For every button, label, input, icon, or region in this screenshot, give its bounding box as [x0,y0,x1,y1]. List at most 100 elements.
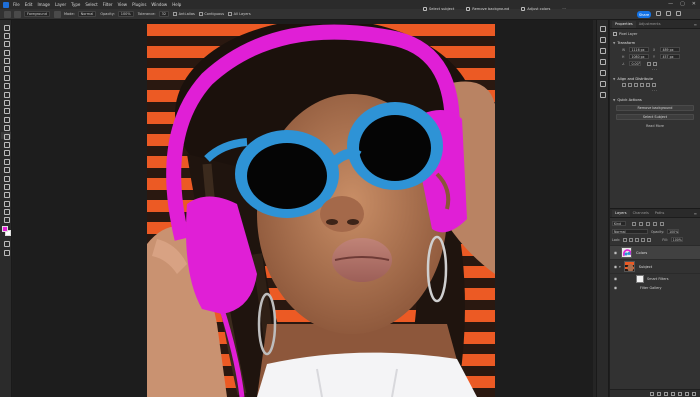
frame-tool-icon[interactable] [3,74,10,81]
lock-artboard-icon[interactable] [641,237,646,242]
workspace-icon[interactable] [666,11,671,16]
adjust-colors-button[interactable]: Adjust colors [518,5,553,12]
filter-pixel-icon[interactable] [632,221,636,226]
layer-opacity-field[interactable]: 100% [667,229,680,234]
remove-background-button[interactable]: Remove background [463,5,512,12]
eraser-tool-icon[interactable] [3,125,10,132]
color-swatches[interactable] [1,226,11,237]
more-transform-dots[interactable]: ··· [610,67,700,72]
all-layers-checkbox[interactable]: All Layers [228,12,251,16]
zoom-tool-icon[interactable] [3,200,10,207]
patterns-icon[interactable] [599,81,606,87]
select-subject-action-button[interactable]: Select Subject [616,114,694,120]
filter-type-icon[interactable] [646,221,650,226]
filter-kind-select[interactable]: Kind [612,221,626,226]
artboard-tool-icon[interactable] [3,32,10,39]
tolerance-field[interactable]: 32 [158,11,170,17]
read-more-link[interactable]: Read More [610,124,700,128]
eye-icon[interactable]: ◉ [613,264,618,269]
minimize-icon[interactable]: — [668,1,673,7]
y-field[interactable]: 457 px [660,54,680,59]
eyedropper-tool-icon[interactable] [3,83,10,90]
align-middle-icon[interactable] [646,83,650,87]
lock-position-icon[interactable] [635,237,640,242]
document-canvas[interactable] [13,20,596,397]
swatches-icon[interactable] [599,59,606,65]
hand-tool-icon[interactable] [3,192,10,199]
quick-actions-header[interactable]: ▼ Quick Actions [613,98,697,102]
opacity-field[interactable]: 100% [117,11,134,17]
menu-window[interactable]: Window [151,2,167,7]
align-section-header[interactable]: ▼ Align and Distribute [613,77,697,81]
new-layer-icon[interactable] [685,391,689,396]
color-icon[interactable] [599,48,606,54]
more-options-button[interactable]: ··· [559,5,568,12]
brush-tool-icon[interactable] [3,100,10,107]
filter-smart-object-icon[interactable] [660,221,664,226]
align-bottom-icon[interactable] [652,83,656,87]
layer-style-icon[interactable] [657,391,661,396]
flip-vertical-icon[interactable] [653,61,657,66]
maximize-icon[interactable]: ▢ [680,1,685,7]
more-tools-icon[interactable] [3,209,10,216]
smart-filters-row[interactable]: ◉ Smart Filters [610,274,700,283]
group-icon[interactable] [678,391,682,396]
fill-source-select[interactable]: Foreground [24,11,50,17]
remove-background-action-button[interactable]: Remove background [616,105,694,111]
search-icon[interactable] [656,11,661,16]
menu-type[interactable]: Type [71,2,80,7]
link-layers-icon[interactable] [650,391,654,396]
filter-shape-icon[interactable] [653,221,657,226]
edit-toolbar-icon[interactable] [3,217,10,224]
select-subject-button[interactable]: Select subject [420,5,457,12]
width-field[interactable]: 1116 px [629,47,649,52]
lock-all-icon[interactable] [647,237,652,242]
edited-photo[interactable] [147,24,495,397]
expand-chevron-icon[interactable]: ▾ [619,265,621,269]
lock-image-icon[interactable] [629,237,634,242]
angle-field[interactable]: 0.00° [629,61,641,66]
pattern-picker-icon[interactable] [53,10,61,18]
foreground-color-swatch[interactable] [1,226,8,233]
move-tool-icon[interactable] [3,24,10,31]
menu-filter[interactable]: Filter [103,2,113,7]
quick-mask-icon[interactable] [3,241,10,248]
path-selection-tool-icon[interactable] [3,175,10,182]
menu-select[interactable]: Select [85,2,97,7]
align-center-icon[interactable] [628,83,632,87]
libraries-icon[interactable] [599,37,606,43]
close-icon[interactable]: ✕ [692,1,696,7]
type-tool-icon[interactable] [3,167,10,174]
object-selection-tool-icon[interactable] [3,58,10,65]
menu-layer[interactable]: Layer [55,2,66,7]
tab-channels[interactable]: Channels [630,210,652,217]
lock-transparent-icon[interactable] [623,237,628,242]
menu-plugins[interactable]: Plugins [132,2,146,7]
align-top-icon[interactable] [640,83,644,87]
contiguous-checkbox[interactable]: Contiguous [198,12,224,16]
adjustment-layer-icon[interactable] [671,391,675,396]
tab-paths[interactable]: Paths [652,210,668,217]
lasso-tool-icon[interactable] [3,49,10,56]
home-icon[interactable] [4,10,11,18]
history-icon[interactable] [599,26,606,32]
paint-bucket-tool-icon[interactable] [14,10,21,18]
fill-field[interactable]: 100% [670,237,683,242]
transform-section-header[interactable]: ▼ Transform [613,41,697,45]
history-brush-tool-icon[interactable] [3,116,10,123]
eye-icon[interactable]: ◉ [613,250,618,255]
filter-gallery-row[interactable]: ◉ Filter Gallery [610,283,700,292]
discover-icon[interactable] [676,11,681,16]
menu-view[interactable]: View [118,2,128,7]
spot-healing-tool-icon[interactable] [3,91,10,98]
tab-layers[interactable]: Layers [612,210,630,217]
x-field[interactable]: 489 px [660,47,680,52]
mode-select[interactable]: Normal [77,11,97,17]
dodge-tool-icon[interactable] [3,150,10,157]
height-field[interactable]: 1080 px [629,54,649,59]
menu-edit[interactable]: Edit [25,2,33,7]
share-button[interactable]: Share [637,11,651,18]
crop-tool-icon[interactable] [3,66,10,73]
screen-mode-icon[interactable] [3,249,10,256]
tab-adjustments[interactable]: Adjustments [636,21,664,28]
